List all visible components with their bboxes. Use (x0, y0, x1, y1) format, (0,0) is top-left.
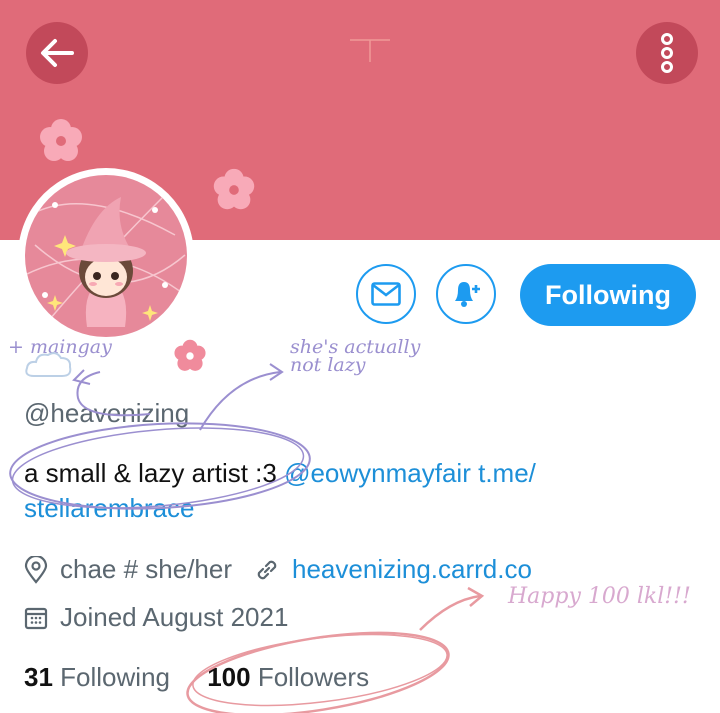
bio-link-part1: t.me/ (470, 458, 536, 488)
cloud-decoration (25, 352, 72, 377)
following-count: 31 (24, 662, 53, 692)
annotation-right-line2: not lazy (290, 354, 366, 376)
following-button[interactable]: Following (520, 264, 696, 326)
vertical-dots-icon (661, 33, 673, 73)
avatar-illustration (25, 175, 187, 337)
following-stat[interactable]: 31 Following (24, 662, 170, 692)
profile-website-link[interactable]: heavenizing.carrd.co (292, 554, 532, 585)
profile-meta-row: chae # she/her heavenizing.carrd.co (24, 554, 532, 585)
back-button[interactable] (26, 22, 88, 84)
followers-stat-label: Followers (257, 662, 370, 692)
more-options-button[interactable] (636, 22, 698, 84)
bio-text: a small & lazy artist :3 (24, 458, 285, 488)
bell-plus-icon (455, 282, 480, 307)
avatar[interactable] (25, 175, 187, 337)
arrow-left-icon (41, 39, 74, 67)
following-stat-label: Following (60, 662, 170, 692)
link-icon (257, 560, 277, 579)
profile-location: chae # she/her (60, 554, 233, 584)
flower-decoration (213, 168, 255, 210)
profile-joined-row: Joined August 2021 (24, 602, 288, 633)
profile-joined-date: Joined August 2021 (60, 602, 289, 632)
flower-decoration (40, 119, 82, 161)
profile-handle: @heavenizing (24, 398, 190, 428)
annotation-happy: Happy 100 lkl!!! (508, 584, 691, 609)
location-pin-icon (24, 555, 48, 584)
profile-stats: 31 Following 100 Followers (24, 662, 369, 693)
notifications-button[interactable] (436, 264, 496, 324)
flower-decoration (174, 339, 206, 371)
bio-mention-link[interactable]: @eowynmayfair (284, 458, 471, 488)
followers-stat[interactable]: 100 Followers (207, 662, 369, 692)
message-button[interactable] (356, 264, 416, 324)
bio-link-part2: stellarembrace (24, 493, 195, 523)
profile-bio: a small & lazy artist :3 @eowynmayfair t… (24, 456, 624, 526)
followers-count: 100 (207, 662, 251, 692)
calendar-icon (24, 607, 48, 629)
annotation-note-right: she's actually not lazy (290, 338, 420, 376)
envelope-icon (371, 282, 401, 306)
